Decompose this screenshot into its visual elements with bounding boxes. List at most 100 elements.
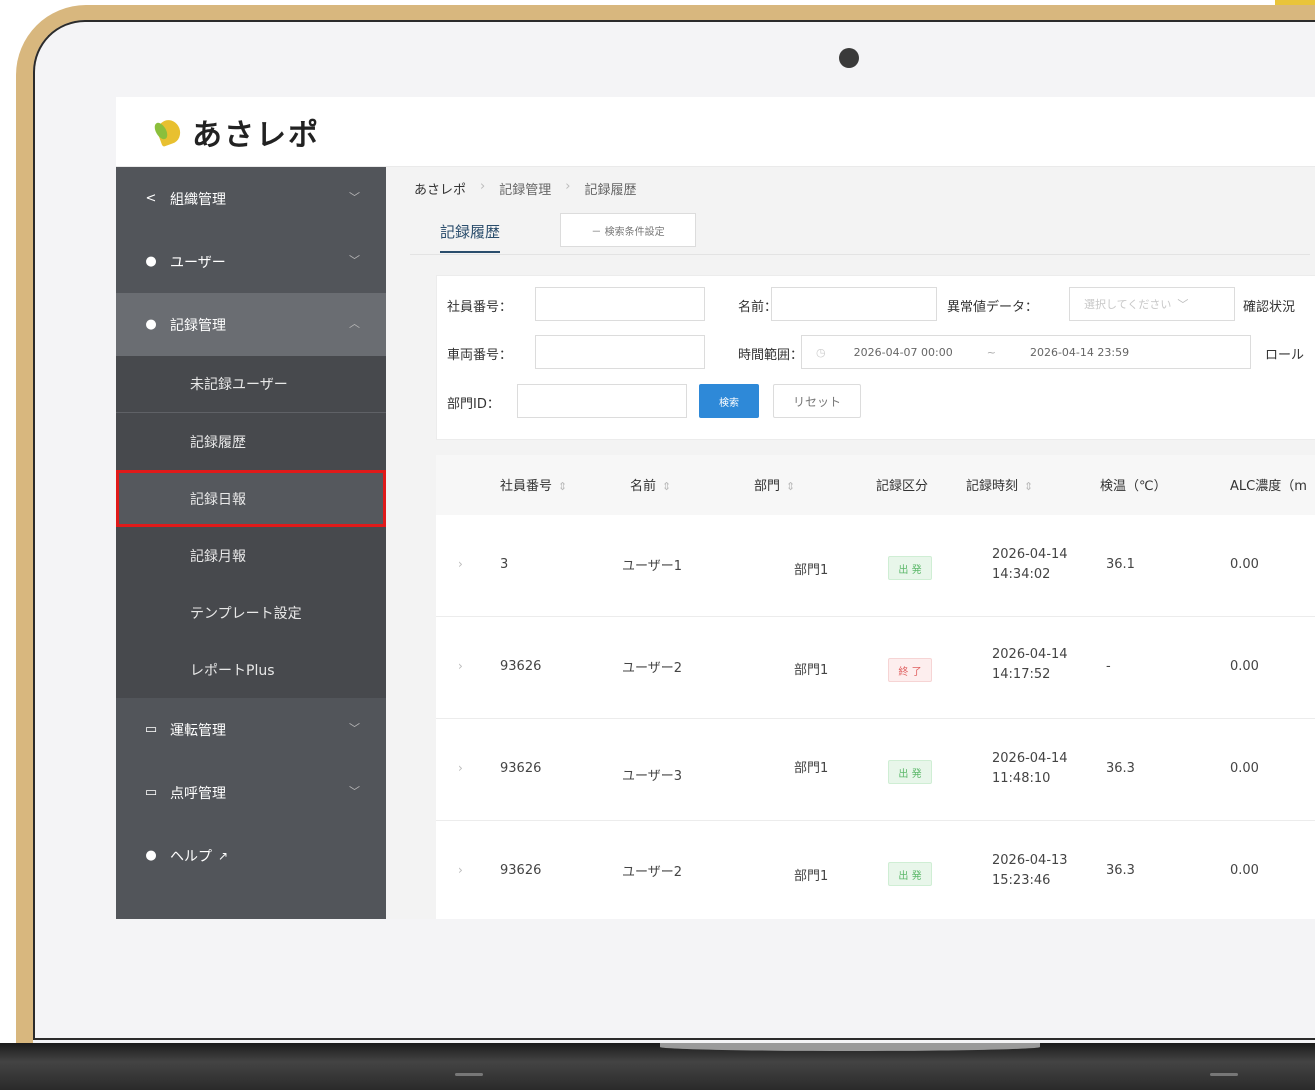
employee-no-input[interactable]: [535, 287, 705, 321]
help-icon: ●: [145, 848, 157, 863]
cell-temperature: 36.3: [1106, 761, 1135, 776]
search-condition-button[interactable]: － 検索条件設定: [560, 213, 696, 247]
sidebar-item-users[interactable]: ● ユーザー ﹀: [116, 230, 386, 293]
clock-icon: ◷: [816, 345, 826, 359]
sidebar-item-driving[interactable]: ▭ 運転管理 ﹀: [116, 698, 386, 761]
expand-icon[interactable]: ›: [458, 761, 463, 775]
app-logo-text[interactable]: あさレポ: [192, 110, 320, 154]
app-window: あさレポ < 組織管理 ﹀ ● ユーザー ﹀ ● 記録管理 ︿ 未記録ユーザー …: [116, 97, 1315, 919]
column-header-name[interactable]: 名前 ⇕: [630, 475, 671, 494]
cell-record-date: 2026-04-13: [992, 853, 1068, 868]
cell-name: ユーザー2: [622, 661, 683, 676]
column-header-label: 記録区分: [876, 479, 929, 494]
column-header-dept[interactable]: 部門 ⇕: [754, 475, 795, 494]
reset-button[interactable]: リセット: [773, 384, 861, 418]
cell-record-time: 11:48:10: [992, 771, 1051, 786]
sidebar-sub-unrecorded-users[interactable]: 未記録ユーザー: [116, 356, 386, 413]
table-row[interactable]: › 3 ユーザー1 部門1 出 発 2026-04-14 14:34:02 36…: [436, 515, 1315, 617]
cell-temperature: -: [1106, 659, 1111, 674]
time-range-end: 2026-04-14 23:59: [1029, 345, 1130, 359]
column-header-record-type: 記録区分: [876, 475, 928, 494]
column-header-label: ALC濃度（m: [1230, 479, 1307, 494]
cell-alc: 0.00: [1230, 659, 1259, 674]
cell-dept: 部門1: [794, 563, 829, 578]
table-row[interactable]: › 93626 ユーザー3 部門1 出 発 2026-04-14 11:48:1…: [436, 719, 1315, 821]
cell-name: ユーザー1: [622, 559, 683, 574]
sort-icon[interactable]: ⇕: [786, 480, 795, 493]
cell-alc: 0.00: [1230, 557, 1259, 572]
chevron-down-icon: ﹀: [349, 191, 360, 204]
sidebar-item-label: 点呼管理: [170, 785, 226, 802]
time-range-picker[interactable]: ◷ 2026-04-07 00:00 ~ 2026-04-14 23:59: [801, 335, 1251, 369]
sidebar-sub-report-plus[interactable]: レポートPlus: [116, 641, 386, 698]
share-icon: <: [145, 191, 157, 206]
sidebar-item-records[interactable]: ● 記録管理 ︿: [116, 293, 386, 356]
sidebar-sub-template-settings[interactable]: テンプレート設定: [116, 584, 386, 641]
chevron-down-icon: ﹀: [1177, 298, 1189, 311]
sort-icon[interactable]: ⇕: [1024, 480, 1033, 493]
column-header-label: 社員番号: [500, 479, 553, 494]
sidebar-sub-label: 記録履歴: [190, 434, 246, 451]
sidebar-item-label: 記録管理: [170, 317, 226, 334]
cell-employee-no: 93626: [500, 863, 542, 878]
sidebar-item-label: 運転管理: [170, 722, 226, 739]
laptop-foot-left: [455, 1073, 483, 1076]
tab-bar: 記録履歴 － 検索条件設定: [410, 207, 1310, 255]
sidebar-sub-monthly-report[interactable]: 記録月報: [116, 527, 386, 584]
chevron-down-icon: ﹀: [349, 785, 360, 798]
sidebar-sub-label: 記録月報: [190, 548, 246, 565]
sidebar-sub-record-history[interactable]: 記録履歴: [116, 413, 386, 470]
vehicle-no-input[interactable]: [535, 335, 705, 369]
column-header-employee-no[interactable]: 社員番号 ⇕: [500, 475, 567, 494]
name-input[interactable]: [771, 287, 937, 321]
sidebar-item-label: ヘルプ: [170, 848, 212, 865]
sort-icon[interactable]: ⇕: [662, 480, 671, 493]
anomaly-select-placeholder: 選択してください: [1084, 298, 1172, 311]
truck-icon: ▭: [144, 722, 158, 737]
breadcrumb-item: 記録履歴: [584, 183, 637, 198]
sidebar-sub-daily-report[interactable]: 記録日報: [116, 470, 386, 527]
chevron-down-icon: ﹀: [349, 722, 360, 735]
dept-id-label: 部門ID：: [447, 397, 500, 412]
tab-record-history[interactable]: 記録履歴: [440, 221, 501, 253]
role-label: ロール: [1265, 348, 1305, 363]
user-icon: ●: [145, 254, 157, 269]
cell-temperature: 36.1: [1106, 557, 1135, 572]
sidebar-sub-label: 記録日報: [190, 491, 246, 508]
expand-icon[interactable]: ›: [458, 557, 463, 571]
column-header-label: 検温（℃）: [1100, 479, 1167, 494]
sidebar-item-organization[interactable]: < 組織管理 ﹀: [116, 167, 386, 230]
table-row[interactable]: › 93626 ユーザー2 部門1 終 了 2026-04-14 14:17:5…: [436, 617, 1315, 719]
expand-icon[interactable]: ›: [458, 659, 463, 673]
expand-icon[interactable]: ›: [458, 863, 463, 877]
camera-icon: ▭: [144, 785, 158, 800]
sidebar-item-label: 組織管理: [170, 191, 226, 208]
cell-employee-no: 3: [500, 557, 509, 572]
breadcrumb-item[interactable]: あさレポ: [414, 179, 466, 198]
cell-employee-no: 93626: [500, 761, 542, 776]
column-header-record-time[interactable]: 記録時刻 ⇕: [966, 475, 1033, 494]
breadcrumb-item[interactable]: 記録管理: [499, 179, 551, 198]
search-button[interactable]: 検索: [699, 384, 759, 418]
time-range-start: 2026-04-07 00:00: [853, 345, 953, 359]
chevron-up-icon: ︿: [349, 317, 360, 330]
sidebar-item-help[interactable]: ● ヘルプ ↗: [116, 824, 386, 887]
table-row[interactable]: › 93626 ユーザー2 部門1 出 発 2026-04-13 15:23:4…: [436, 821, 1315, 919]
dept-id-input[interactable]: [517, 384, 687, 418]
sidebar-item-rollcall[interactable]: ▭ 点呼管理 ﹀: [116, 761, 386, 824]
breadcrumb: あさレポ › 記録管理 › 記録履歴: [414, 179, 636, 198]
time-range-label: 時間範囲：: [738, 348, 804, 363]
anomaly-select[interactable]: 選択してください ﹀: [1069, 287, 1235, 321]
sidebar-sub-label: レポートPlus: [190, 662, 275, 679]
cell-temperature: 36.3: [1106, 863, 1135, 878]
sidebar-sub-label: テンプレート設定: [190, 605, 302, 622]
filter-panel: 社員番号： 名前： 異常値データ： 選択してください ﹀ 確認状況 車両番号： 時…: [436, 275, 1315, 440]
external-link-icon: ↗: [218, 848, 229, 863]
cell-record-time: 15:23:46: [992, 873, 1051, 888]
cell-record-date: 2026-04-14: [992, 751, 1068, 766]
column-header-alc: ALC濃度（m: [1230, 475, 1307, 494]
cell-alc: 0.00: [1230, 761, 1259, 776]
column-header-label: 部門: [754, 479, 781, 494]
logo-icon: [152, 116, 186, 148]
sort-icon[interactable]: ⇕: [558, 480, 567, 493]
